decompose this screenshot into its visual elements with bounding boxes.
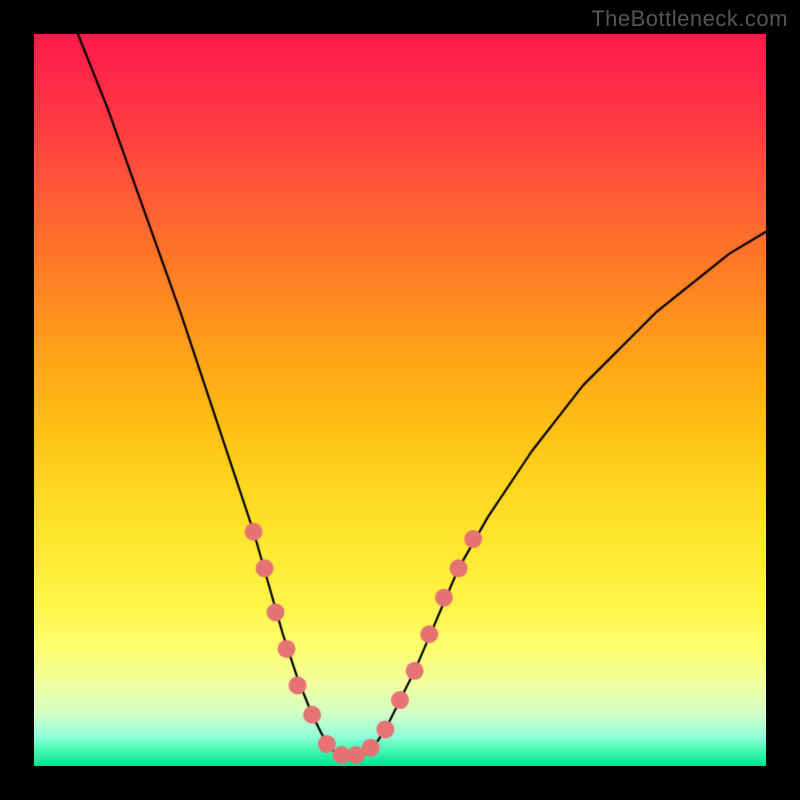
bottleneck-curve-canvas: [34, 34, 766, 766]
site-watermark: TheBottleneck.com: [591, 6, 788, 32]
chart-container: TheBottleneck.com: [0, 0, 800, 800]
plot-area: [34, 34, 766, 766]
